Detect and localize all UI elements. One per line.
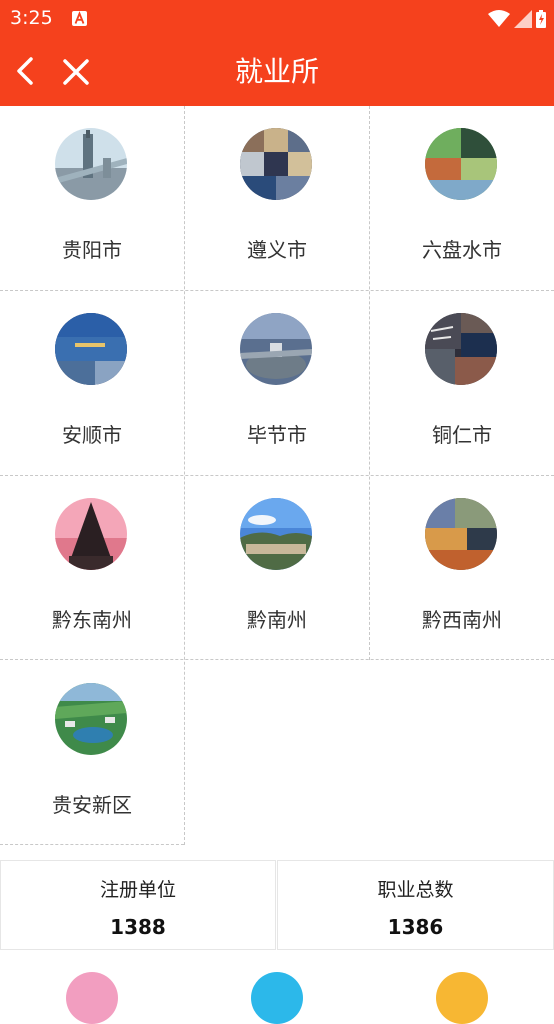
city-photo-zunyi	[240, 128, 312, 200]
grid-divider	[0, 290, 554, 291]
wifi-icon	[488, 10, 510, 27]
city-photo-bijie	[240, 313, 312, 385]
stats-panel: 注册单位 1388 职业总数 1386	[0, 860, 554, 950]
city-item-zunyi[interactable]: 遵义市	[185, 106, 369, 291]
city-photo-qianxinan	[425, 498, 497, 570]
city-photo-liupanshui	[425, 128, 497, 200]
stat-title: 注册单位	[99, 879, 176, 901]
city-label: 安顺市	[62, 423, 122, 447]
city-photo-anshun	[55, 313, 127, 385]
grid-divider	[0, 659, 554, 660]
city-photo-guian	[55, 683, 127, 755]
stat-title: 职业总数	[377, 879, 454, 901]
city-label: 遵义市	[247, 238, 307, 262]
city-photo-qiandongnan	[55, 498, 127, 570]
bottom-blue-icon[interactable]	[251, 972, 303, 1024]
title-bar: 就业所	[0, 38, 554, 106]
close-button[interactable]	[58, 54, 94, 90]
stat-registered-units[interactable]: 注册单位 1388	[0, 860, 276, 950]
city-photo-qiannan	[240, 498, 312, 570]
bottom-yellow-icon[interactable]	[436, 972, 488, 1024]
city-label: 毕节市	[247, 423, 307, 447]
city-label: 贵阳市	[62, 238, 122, 262]
city-label: 黔西南州	[422, 608, 502, 632]
grid-divider	[369, 106, 370, 660]
city-photo-tongren	[425, 313, 497, 385]
city-item-bijie[interactable]: 毕节市	[185, 291, 369, 476]
city-photo-guiyang	[55, 128, 127, 200]
city-label: 贵安新区	[52, 793, 132, 817]
city-item-qianxinan[interactable]: 黔西南州	[370, 476, 554, 661]
city-item-anshun[interactable]: 安顺市	[0, 291, 184, 476]
notification-a-icon	[72, 11, 87, 26]
city-item-guiyang[interactable]: 贵阳市	[0, 106, 184, 291]
stat-total-jobs[interactable]: 职业总数 1386	[277, 860, 554, 950]
status-icons	[488, 10, 546, 28]
status-bar: 3:25	[0, 0, 554, 38]
bottom-pink-icon[interactable]	[66, 972, 118, 1024]
city-item-qiandongnan[interactable]: 黔东南州	[0, 476, 184, 661]
back-button[interactable]	[10, 54, 44, 88]
city-label: 黔南州	[247, 608, 307, 632]
grid-divider	[0, 475, 554, 476]
city-item-qiannan[interactable]: 黔南州	[185, 476, 369, 661]
battery-icon	[536, 10, 546, 28]
city-label: 铜仁市	[432, 423, 492, 447]
city-item-tongren[interactable]: 铜仁市	[370, 291, 554, 476]
grid-divider	[0, 844, 184, 845]
signal-icon	[514, 10, 532, 28]
city-label: 六盘水市	[422, 238, 502, 262]
city-item-liupanshui[interactable]: 六盘水市	[370, 106, 554, 291]
stat-value: 1388	[110, 915, 166, 939]
city-item-guian[interactable]: 贵安新区	[0, 661, 184, 846]
status-time: 3:25	[10, 7, 53, 29]
stat-value: 1386	[387, 915, 444, 939]
city-label: 黔东南州	[52, 608, 132, 632]
